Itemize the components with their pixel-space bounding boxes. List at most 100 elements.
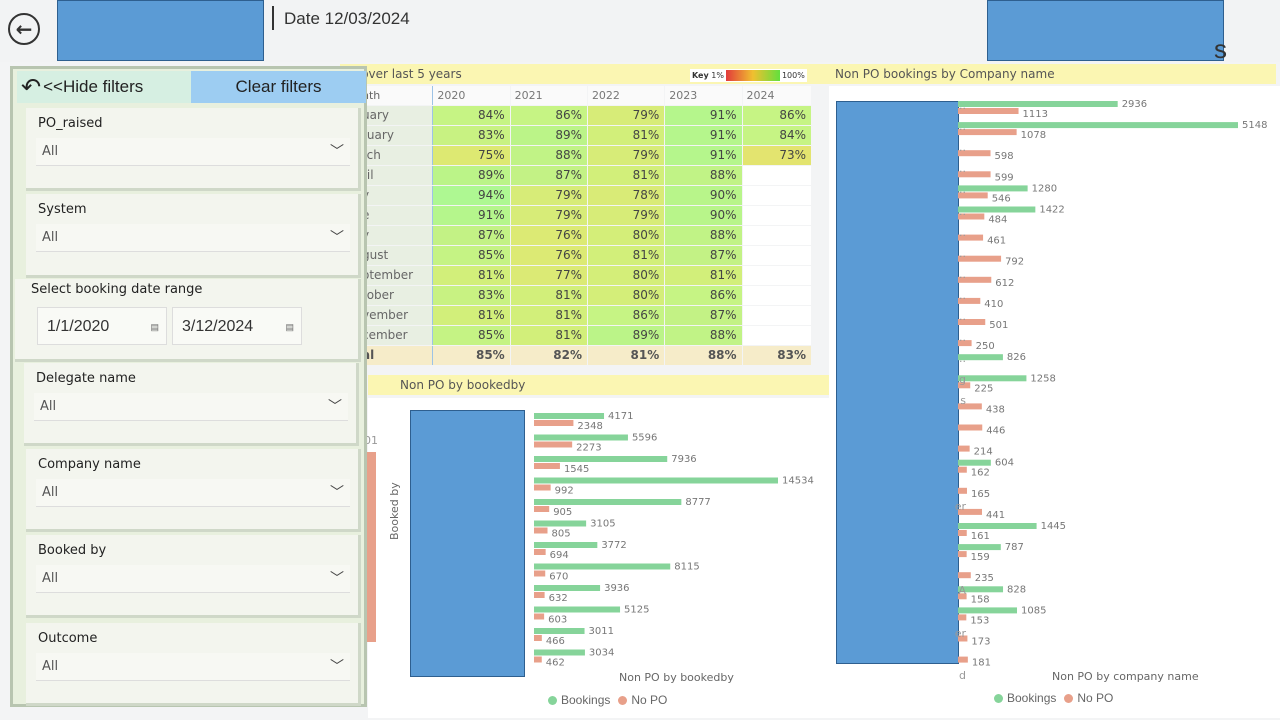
matrix-cell: 88% <box>665 226 742 245</box>
outcome-filter: Outcome All ﹀ <box>26 623 361 706</box>
nopo-value-label: 992 <box>555 486 574 497</box>
report-title-fragment: s <box>1214 34 1227 64</box>
nopo-value-label: 446 <box>986 426 1005 437</box>
company-tick-label: g <box>959 373 966 387</box>
matrix-cell: 87% <box>665 246 742 265</box>
bookings-value-label: 8777 <box>685 497 710 508</box>
bookings-bar[interactable] <box>958 122 1238 129</box>
matrix-cell: 89% <box>510 126 587 145</box>
bookings-value-label: 5125 <box>624 605 649 616</box>
legend-bookings-label: Bookings <box>561 693 611 707</box>
calendar-icon[interactable]: ▤ <box>150 308 159 346</box>
po-raised-filter: PO_raised All ﹀ <box>26 108 361 191</box>
matrix-cell: 80% <box>587 266 665 285</box>
nopo-bar[interactable] <box>534 506 550 512</box>
bookings-bar[interactable] <box>534 606 621 613</box>
hide-filters-button[interactable]: ↶ <<Hide filters <box>17 71 192 103</box>
nopo-bar[interactable] <box>958 129 1017 136</box>
nopo-bar[interactable] <box>958 487 967 494</box>
nopo-bar[interactable] <box>534 570 546 577</box>
bookings-bar[interactable] <box>534 563 671 570</box>
nopo-bar[interactable] <box>958 551 967 558</box>
bookings-bar[interactable] <box>958 101 1118 107</box>
matrix-cell: 91% <box>665 146 742 165</box>
nopo-bar[interactable] <box>958 108 1019 114</box>
back-arrow-icon[interactable]: ← <box>8 13 40 45</box>
bookings-bar[interactable] <box>958 544 1001 551</box>
bookings-bar[interactable] <box>958 459 991 466</box>
bookings-bar[interactable] <box>958 185 1028 192</box>
bookings-bar[interactable] <box>534 542 598 548</box>
nopo-bar[interactable] <box>534 441 573 448</box>
matrix-cell: 79% <box>587 206 665 225</box>
bookings-bar[interactable] <box>534 649 585 656</box>
nopo-bar[interactable] <box>534 527 548 534</box>
bookings-value-label: 5596 <box>632 433 657 444</box>
nopo-bar[interactable] <box>958 572 971 579</box>
matrix-cell: 88% <box>665 326 742 345</box>
nopo-bar[interactable] <box>958 614 967 621</box>
nopo-bar[interactable] <box>958 424 983 431</box>
system-dropdown[interactable]: All ﹀ <box>36 224 350 252</box>
bookings-value-label: 3105 <box>590 519 615 530</box>
nopo-value-label: 462 <box>546 658 565 669</box>
matrix-cell: 76% <box>510 226 587 245</box>
outcome-dropdown[interactable]: All ﹀ <box>36 653 350 681</box>
nopo-bar[interactable] <box>534 420 574 426</box>
calendar-icon[interactable]: ▤ <box>285 308 294 346</box>
nopo-value-label: 225 <box>974 383 993 394</box>
nopo-bar[interactable] <box>534 484 551 491</box>
matrix-header-row: nth 2020 2021 2022 2023 2024 <box>340 86 812 106</box>
matrix-cell: 81% <box>433 266 510 285</box>
bookings-bar[interactable] <box>534 456 668 462</box>
nopo-bar[interactable] <box>534 549 546 555</box>
booked-by-dropdown[interactable]: All ﹀ <box>36 565 350 593</box>
delegate-dropdown[interactable]: All ﹀ <box>34 393 348 421</box>
nopo-bar[interactable] <box>534 463 560 469</box>
matrix-cell <box>742 206 812 225</box>
date-to-input[interactable]: 3/12/2024 ▤ <box>172 307 302 345</box>
bookings-bar[interactable] <box>958 523 1037 529</box>
matrix-year-header: 2023 <box>665 86 742 105</box>
bookings-value-label: 1258 <box>1030 373 1055 384</box>
bookings-bar[interactable] <box>534 477 778 484</box>
matrix-cell <box>742 166 812 185</box>
po-raised-dropdown[interactable]: All ﹀ <box>36 138 350 166</box>
matrix-cell: 77% <box>510 266 587 285</box>
nopo-value-label: 410 <box>984 299 1003 310</box>
nopo-value-label: 1113 <box>1023 109 1048 120</box>
chevron-down-icon: ﹀ <box>330 230 344 246</box>
bookings-bar[interactable] <box>534 628 585 634</box>
matrix-total-cell: 81% <box>587 346 665 365</box>
company-label: Company name <box>38 457 141 472</box>
company-dropdown[interactable]: All ﹀ <box>36 479 350 507</box>
matrix-cell: 81% <box>665 266 742 285</box>
bookings-bar[interactable] <box>958 206 1036 213</box>
nopo-bar[interactable] <box>958 530 967 536</box>
bookings-bar[interactable] <box>534 585 601 591</box>
nopo-bar[interactable] <box>958 445 970 452</box>
date-from-input[interactable]: 1/1/2020 ▤ <box>37 307 167 345</box>
nopo-bar[interactable] <box>534 592 545 598</box>
nopo-bar[interactable] <box>534 613 545 620</box>
nopo-bar[interactable] <box>958 656 968 663</box>
nopo-value-label: 632 <box>549 593 568 604</box>
nopo-bar[interactable] <box>534 635 542 641</box>
matrix-cell: 91% <box>665 126 742 145</box>
bookings-bar[interactable] <box>958 607 1018 614</box>
chevron-down-icon: ﹀ <box>330 571 344 587</box>
bookings-bar[interactable] <box>958 375 1027 382</box>
matrix-cell: 83% <box>433 286 510 305</box>
matrix-cell: 88% <box>510 146 587 165</box>
bookings-bar[interactable] <box>534 499 682 505</box>
nopo-bar[interactable] <box>958 466 967 473</box>
bookings-value-label: 14534 <box>782 476 814 487</box>
clear-filters-button[interactable]: Clear filters <box>191 71 366 103</box>
bookings-bar[interactable] <box>534 434 628 441</box>
matrix-cell: 86% <box>742 106 812 125</box>
matrix-cell: 81% <box>510 286 587 305</box>
chevron-down-icon: ﹀ <box>328 399 342 415</box>
bookings-bar[interactable] <box>534 413 605 419</box>
nopo-bar[interactable] <box>534 656 542 663</box>
bookings-bar[interactable] <box>534 520 587 527</box>
